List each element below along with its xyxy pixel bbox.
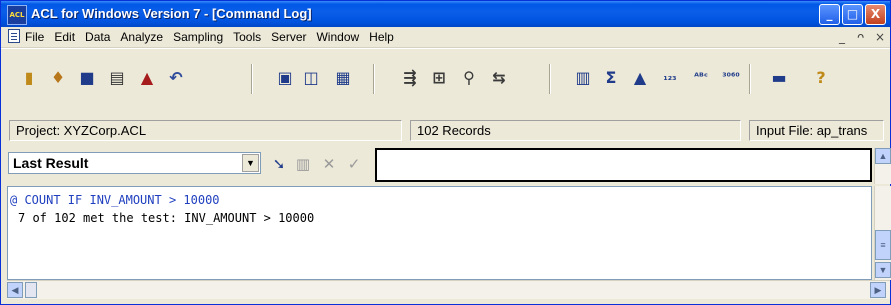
menu-tools[interactable]: Tools bbox=[233, 30, 261, 44]
command-row: Last Result ▼ ➘ ▥ ✕ ✓ ▲ bbox=[1, 148, 891, 184]
statistics-icon[interactable]: ▥ bbox=[571, 66, 595, 90]
mdi-close-button[interactable]: × bbox=[875, 30, 885, 44]
acl-app-icon[interactable]: ACL bbox=[7, 5, 27, 25]
log-vertical-scrollbar[interactable]: ≡ ▼ bbox=[874, 186, 891, 280]
relate-icon[interactable]: ⚲ bbox=[457, 66, 481, 90]
toolbar-separator bbox=[749, 64, 751, 94]
menu-analyze[interactable]: Analyze bbox=[120, 30, 163, 44]
mdi-minimize-button[interactable]: _ bbox=[839, 30, 845, 44]
edit-command-icon[interactable]: ➘ bbox=[269, 154, 289, 174]
sequence-icon[interactable]: ₁₂₃ bbox=[658, 66, 682, 90]
horizontal-thumb[interactable] bbox=[25, 282, 37, 298]
help-icon[interactable]: ? bbox=[809, 66, 833, 90]
result-dropdown-value: Last Result bbox=[13, 155, 89, 171]
scroll-thumb[interactable]: ≡ bbox=[875, 230, 891, 260]
gaps-icon[interactable]: ▬ bbox=[767, 66, 791, 90]
save-icon[interactable]: ■ bbox=[75, 66, 99, 90]
open-project-icon[interactable]: ▮ bbox=[17, 66, 41, 90]
menu-server[interactable]: Server bbox=[271, 30, 306, 44]
join-icon[interactable]: ⊞ bbox=[427, 66, 451, 90]
notes-icon[interactable]: ▲ bbox=[135, 66, 159, 90]
window-title: ACL for Windows Version 7 - [Command Log… bbox=[31, 6, 312, 21]
scroll-right-icon[interactable]: ▶ bbox=[870, 282, 886, 298]
view-mid-icon[interactable]: ◫ bbox=[299, 66, 323, 90]
log-horizontal-scrollbar[interactable]: ◀ ▶ bbox=[7, 280, 890, 299]
toolbar: ▮ ♦ ■ ▤ ▲ ↶ ▣ ◫ ▦ ⇶ ⊞ ⚲ ⇆ ▥ Σ ▲ ₁₂₃ ᴬᴮᶜ ³⁰⁶⁰ ▬? bbox=[1, 48, 890, 111]
input-file-panel: Input File: ap_trans bbox=[749, 120, 884, 141]
result-dropdown[interactable]: Last Result ▼ bbox=[8, 152, 261, 174]
total-icon[interactable]: Σ bbox=[599, 66, 623, 90]
records-panel: 102 Records bbox=[410, 120, 741, 141]
scroll-left-icon[interactable]: ◀ bbox=[7, 282, 23, 298]
menu-window[interactable]: Window bbox=[316, 30, 359, 44]
menu-items: File Edit Data Analyze Sampling Tools Se… bbox=[25, 30, 404, 44]
menu-edit[interactable]: Edit bbox=[54, 30, 75, 44]
mdi-restore-button[interactable]: ᴖ bbox=[857, 30, 864, 44]
close-button[interactable]: X bbox=[865, 4, 886, 25]
menu-file[interactable]: File bbox=[25, 30, 44, 44]
command-input[interactable] bbox=[375, 148, 872, 182]
merge-icon[interactable]: ⇆ bbox=[487, 66, 511, 90]
scroll-down-icon[interactable]: ▼ bbox=[875, 262, 891, 278]
open-table-icon[interactable]: ♦ bbox=[46, 66, 70, 90]
toolbar-separator bbox=[373, 64, 375, 94]
menu-bar: File Edit Data Analyze Sampling Tools Se… bbox=[1, 27, 890, 48]
accept-icon[interactable]: ✓ bbox=[344, 154, 364, 174]
log-result-line: 7 of 102 met the test: INV_AMOUNT > 1000… bbox=[18, 211, 315, 225]
log-command-line[interactable]: @ COUNT IF INV_AMOUNT > 10000 bbox=[10, 193, 220, 207]
undo-icon[interactable]: ↶ bbox=[164, 66, 188, 90]
acl-window: ACL ACL for Windows Version 7 - [Command… bbox=[0, 0, 891, 305]
extract-icon[interactable]: ⇶ bbox=[398, 66, 422, 90]
status-row: Project: XYZCorp.ACL 102 Records Input F… bbox=[1, 118, 890, 144]
menu-data[interactable]: Data bbox=[85, 30, 110, 44]
command-scrollbar[interactable]: ▲ bbox=[874, 148, 891, 184]
scroll-up-icon[interactable]: ▲ bbox=[875, 148, 891, 164]
menu-sampling[interactable]: Sampling bbox=[173, 30, 223, 44]
view-first-icon[interactable]: ▣ bbox=[273, 66, 297, 90]
cancel-icon[interactable]: ✕ bbox=[319, 154, 339, 174]
stratify-icon[interactable]: ▲ bbox=[628, 66, 652, 90]
maximize-button[interactable]: □ bbox=[842, 4, 863, 25]
dropdown-arrow-icon[interactable]: ▼ bbox=[242, 154, 259, 172]
view-grid-icon[interactable]: ▦ bbox=[331, 66, 355, 90]
minimize-button[interactable]: _ bbox=[819, 4, 840, 25]
menu-help[interactable]: Help bbox=[369, 30, 394, 44]
project-panel: Project: XYZCorp.ACL bbox=[9, 120, 402, 141]
print-icon[interactable]: ▤ bbox=[105, 66, 129, 90]
document-icon[interactable] bbox=[8, 29, 20, 43]
title-bar[interactable]: ACL ACL for Windows Version 7 - [Command… bbox=[1, 1, 890, 27]
command-log[interactable]: @ COUNT IF INV_AMOUNT > 10000 7 of 102 m… bbox=[7, 186, 872, 280]
toolbar-separator bbox=[549, 64, 551, 94]
classify-icon[interactable]: ᴬᴮᶜ bbox=[689, 66, 713, 90]
toolbar-separator bbox=[251, 64, 253, 94]
clear-icon[interactable]: ▥ bbox=[293, 154, 313, 174]
age-icon[interactable]: ³⁰⁶⁰ bbox=[719, 66, 743, 90]
